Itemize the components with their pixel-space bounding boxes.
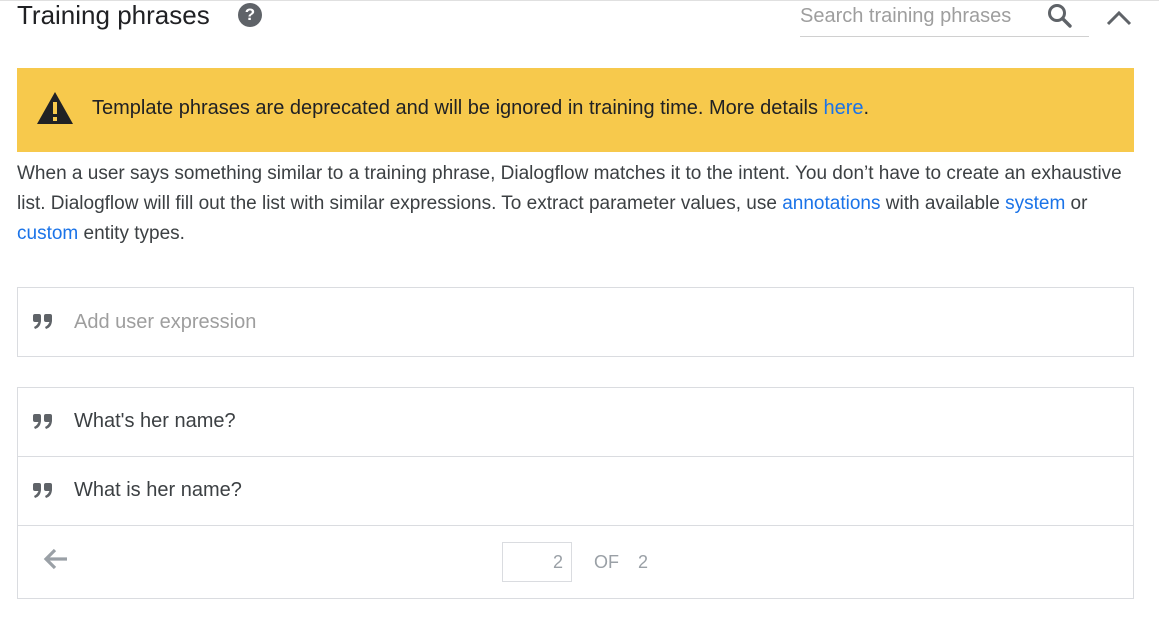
quote-icon xyxy=(33,483,52,498)
search-icon[interactable] xyxy=(1046,2,1074,30)
deprecation-banner: Template phrases are deprecated and will… xyxy=(17,68,1134,152)
phrase-text[interactable]: What's her name? xyxy=(74,410,236,433)
banner-details-link[interactable]: here xyxy=(824,97,864,119)
add-expression-row xyxy=(17,287,1134,357)
phrase-row[interactable]: What is her name? xyxy=(18,457,1133,526)
phrase-row[interactable]: What's her name? xyxy=(18,388,1133,457)
banner-text-end: . xyxy=(863,97,870,119)
banner-message: Template phrases are deprecated and will… xyxy=(92,97,869,120)
custom-entities-link[interactable]: custom xyxy=(17,223,78,244)
add-user-expression-input[interactable] xyxy=(74,306,1114,338)
phrase-text[interactable]: What is her name? xyxy=(74,479,242,502)
page-of-label: OF xyxy=(594,552,619,572)
chevron-up-icon[interactable] xyxy=(1104,4,1134,30)
quote-icon xyxy=(33,414,52,429)
section-header: Training phrases ? xyxy=(0,0,1159,40)
section-description: When a user says something similar to a … xyxy=(17,159,1137,249)
description-text-3: or xyxy=(1065,193,1088,214)
warning-icon xyxy=(37,92,73,124)
arrow-left-icon[interactable] xyxy=(42,547,70,571)
banner-text: Template phrases are deprecated and will… xyxy=(92,97,824,119)
search-input[interactable] xyxy=(800,2,1040,30)
section-title: Training phrases xyxy=(17,0,210,30)
total-pages: 2 xyxy=(638,552,649,572)
training-phrases-list: What's her name? What is her name? OF 2 xyxy=(17,387,1134,599)
pagination: OF 2 xyxy=(18,527,1133,598)
help-circle-icon[interactable]: ? xyxy=(238,3,262,27)
annotations-link[interactable]: annotations xyxy=(782,193,880,214)
description-text-2: with available xyxy=(880,193,1006,214)
description-text-4: entity types. xyxy=(78,223,185,244)
system-entities-link[interactable]: system xyxy=(1005,193,1065,214)
quote-icon xyxy=(33,314,52,329)
page-number-input[interactable] xyxy=(502,542,572,582)
